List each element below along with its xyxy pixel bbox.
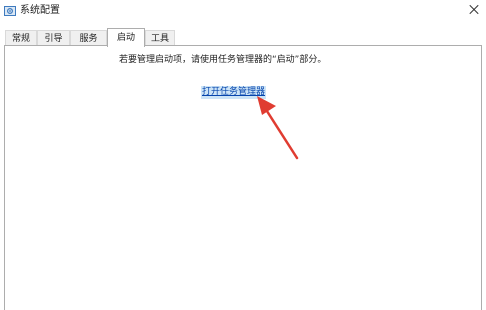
tab-strip: 常规 引导 服务 启动 工具 [0, 28, 486, 47]
open-task-manager-link[interactable]: 打开任务管理器 [201, 86, 267, 99]
tab-boot[interactable]: 引导 [37, 30, 70, 46]
window-title: 系统配置 [20, 5, 60, 16]
tab-general[interactable]: 常规 [5, 30, 37, 46]
startup-info-text: 若要管理启动项，请使用任务管理器的“启动”部分。 [119, 55, 327, 65]
title-bar: 系统配置 [0, 0, 486, 26]
tab-tools[interactable]: 工具 [145, 30, 175, 46]
tab-startup[interactable]: 启动 [107, 28, 145, 47]
gear-icon [4, 5, 16, 17]
tab-services[interactable]: 服务 [70, 30, 107, 46]
startup-tab-panel [4, 45, 482, 310]
close-button[interactable] [462, 0, 486, 20]
system-configuration-window: 系统配置 常规 引导 服务 启动 工具 若要管理启动项，请使用任务管理器的“启动… [0, 0, 486, 310]
